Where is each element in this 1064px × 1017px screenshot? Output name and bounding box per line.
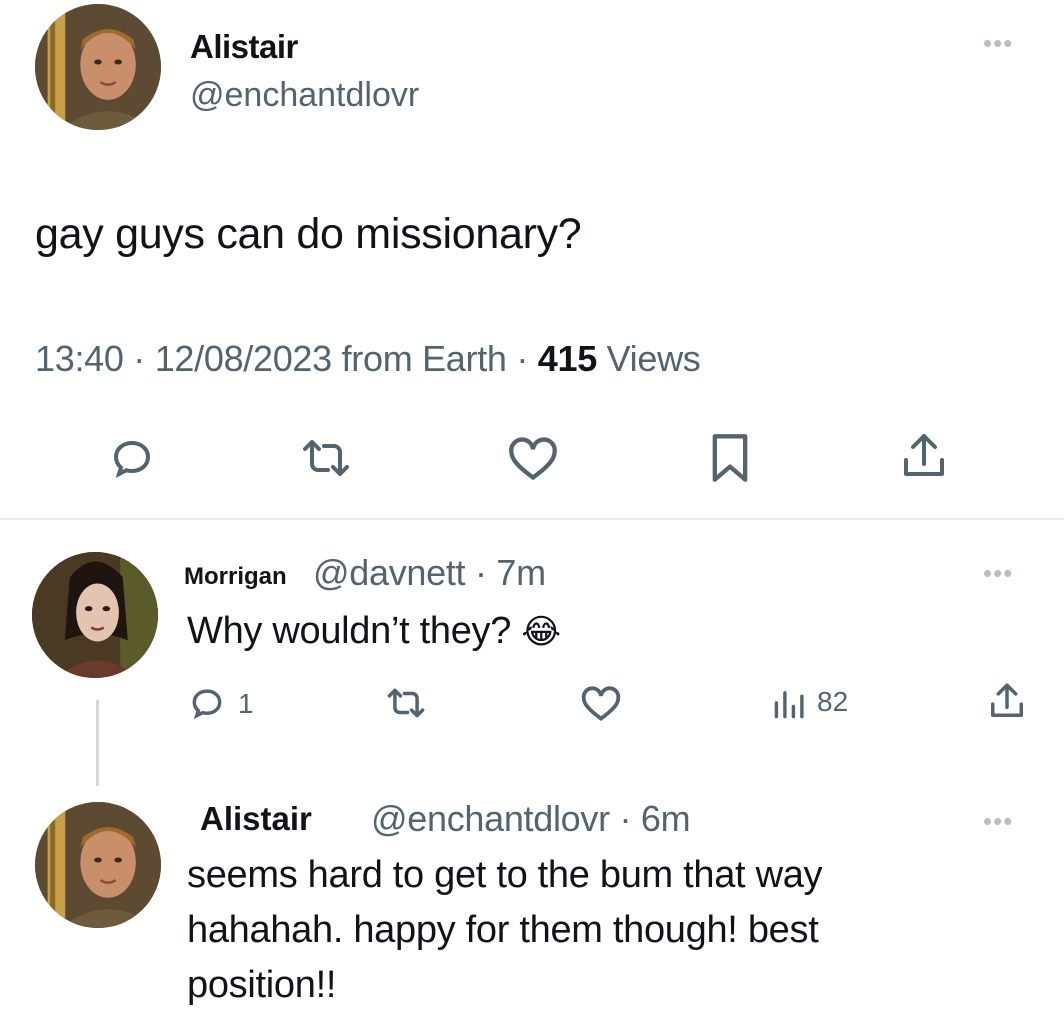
like-icon[interactable] bbox=[580, 684, 622, 722]
share-icon[interactable] bbox=[900, 430, 948, 482]
avatar-image bbox=[32, 552, 158, 678]
reply-text: Why wouldn’t they? 😂 bbox=[187, 604, 561, 660]
reply-text: seems hard to get to the bum that way ha… bbox=[187, 848, 823, 1013]
author-name[interactable]: Alistair bbox=[190, 28, 298, 66]
views-label: Views bbox=[606, 338, 701, 379]
meta-separator: · bbox=[474, 552, 487, 593]
reply-handle[interactable]: @enchantdlovr bbox=[371, 798, 610, 839]
reply-time[interactable]: 7m bbox=[496, 552, 546, 593]
tweet-time[interactable]: 13:40 bbox=[35, 338, 124, 379]
reply-author-handle: @davnett · 7m bbox=[313, 552, 546, 594]
avatar-morrigan[interactable] bbox=[32, 552, 158, 678]
laughing-emoji-icon: 😂 bbox=[521, 613, 561, 651]
views-count: 82 bbox=[817, 686, 849, 717]
like-icon[interactable] bbox=[507, 434, 559, 482]
meta-separator: · bbox=[516, 338, 529, 379]
views-icon[interactable] bbox=[772, 686, 808, 720]
reply-icon[interactable] bbox=[188, 684, 226, 722]
retweet-icon[interactable] bbox=[385, 684, 427, 722]
reply-text-line: seems hard to get to the bum that way bbox=[187, 854, 823, 896]
meta-separator: · bbox=[133, 338, 145, 379]
tweet-meta: 13:40 · 12/08/2023 from Earth · 415 View… bbox=[35, 338, 701, 380]
more-dots-icon[interactable]: ••• bbox=[983, 560, 1013, 586]
reply-text-line: hahahah. happy for them though! best bbox=[187, 909, 819, 951]
reply-time[interactable]: 6m bbox=[641, 798, 691, 839]
more-dots-icon[interactable]: ••• bbox=[983, 30, 1013, 56]
reply-text-line: position!! bbox=[187, 964, 337, 1006]
meta-separator: · bbox=[619, 798, 632, 839]
share-icon[interactable] bbox=[988, 680, 1026, 722]
reply-author-handle: @enchantdlovr · 6m bbox=[371, 798, 691, 840]
reply-author-name[interactable]: Alistair bbox=[200, 800, 312, 838]
bookmark-icon[interactable] bbox=[708, 432, 752, 484]
tweet-date[interactable]: 12/08/2023 from Earth bbox=[155, 338, 507, 379]
avatar-alistair[interactable] bbox=[35, 802, 161, 928]
reply-author-name[interactable]: Morrigan bbox=[184, 563, 287, 591]
reply-count: 1 bbox=[238, 688, 254, 719]
avatar-image bbox=[35, 4, 161, 130]
views-count: 415 bbox=[537, 338, 597, 379]
reply-icon[interactable] bbox=[108, 434, 156, 482]
thread-line bbox=[96, 700, 99, 786]
tweet-text: gay guys can do missionary? bbox=[35, 210, 582, 258]
author-handle[interactable]: @enchantdlovr bbox=[190, 76, 419, 115]
reply-text-body: Why wouldn’t they? bbox=[187, 610, 512, 652]
reply-handle[interactable]: @davnett bbox=[313, 552, 466, 593]
more-dots-icon[interactable]: ••• bbox=[983, 808, 1013, 834]
retweet-icon[interactable] bbox=[300, 434, 352, 482]
avatar-alistair[interactable] bbox=[35, 4, 161, 130]
avatar-image bbox=[35, 802, 161, 928]
divider bbox=[0, 518, 1064, 520]
